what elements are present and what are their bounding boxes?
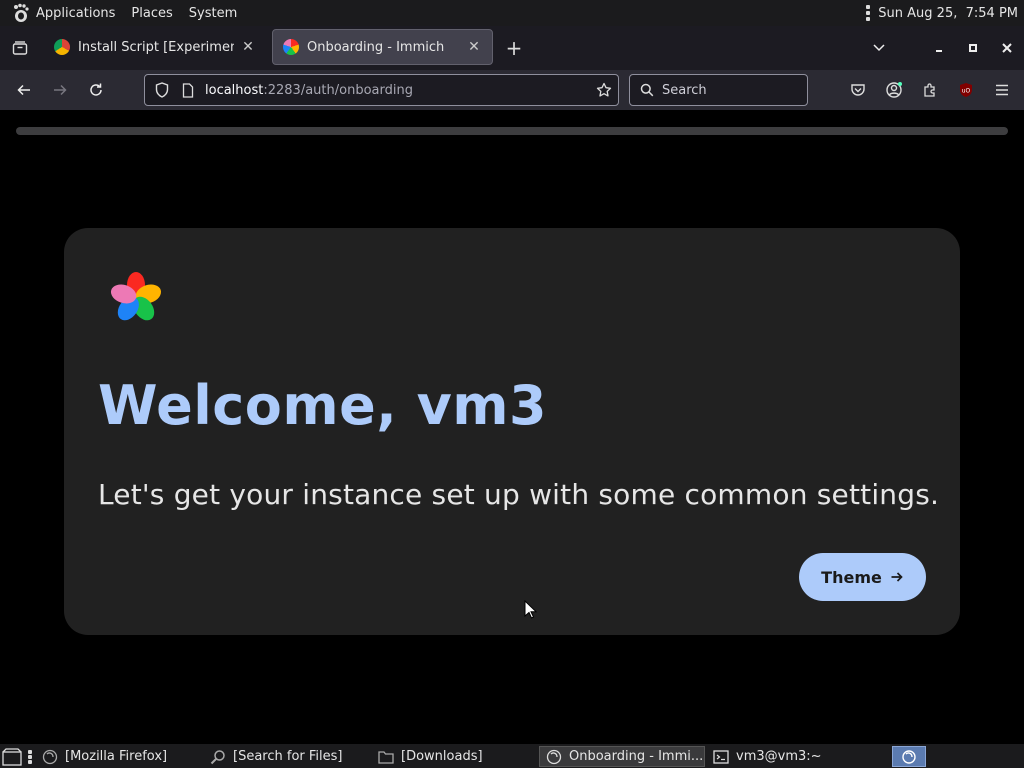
forward-button[interactable]	[42, 74, 78, 106]
account-button[interactable]	[876, 74, 912, 106]
arrow-right-icon	[890, 570, 904, 584]
forward-arrow-icon	[54, 84, 67, 96]
onboarding-subtitle: Let's get your instance set up with some…	[98, 478, 940, 511]
firefox-icon	[546, 749, 562, 765]
back-arrow-icon	[17, 84, 30, 96]
url-path: :2283/auth/onboarding	[263, 82, 413, 98]
firefox-icon	[42, 749, 58, 765]
page-content: Welcome, vm3 Let's get your instance set…	[0, 110, 1024, 744]
close-icon	[1002, 43, 1012, 53]
chevron-down-icon	[873, 44, 885, 52]
search-files-icon	[210, 749, 226, 765]
system-menu[interactable]: System	[183, 6, 247, 21]
shield-icon[interactable]	[149, 75, 175, 105]
pocket-button[interactable]	[840, 74, 876, 106]
taskbar-item-downloads[interactable]: [Downloads]	[372, 746, 538, 767]
search-placeholder: Search	[662, 82, 707, 98]
bottom-taskbar: [Mozilla Firefox] [Search for Files] [Do…	[0, 744, 1024, 768]
tab-strip: Install Script [Experimental] ✕ Onboardi…	[0, 26, 1024, 70]
tab-overview-icon	[12, 41, 28, 55]
places-menu[interactable]: Places	[125, 6, 182, 21]
search-bar[interactable]: Search	[629, 74, 808, 106]
mouse-cursor-icon	[524, 599, 538, 620]
top-panel: Applications Places System Sun Aug 25, 7…	[0, 0, 1024, 26]
workspace-icon	[901, 749, 917, 765]
taskbar-label: [Mozilla Firefox]	[65, 749, 168, 764]
new-tab-button[interactable]: +	[502, 36, 526, 60]
plus-icon: +	[505, 36, 523, 60]
search-icon	[640, 83, 654, 97]
panel-menu-icon[interactable]	[866, 5, 871, 21]
puzzle-icon	[924, 83, 935, 97]
taskbar-label: [Search for Files]	[233, 749, 343, 764]
taskbar-item-search-files[interactable]: [Search for Files]	[204, 746, 370, 767]
chrome-favicon-icon	[54, 39, 70, 55]
tab-title: Onboarding - Immich	[307, 39, 445, 55]
minimize-button[interactable]	[922, 26, 956, 70]
url-bar[interactable]: localhost:2283/auth/onboarding	[144, 74, 619, 106]
page-info-icon[interactable]	[175, 75, 201, 105]
taskbar-label: [Downloads]	[401, 749, 483, 764]
clock[interactable]: Sun Aug 25, 7:54 PM	[878, 6, 1018, 21]
show-desktop-button[interactable]	[0, 746, 24, 767]
close-window-button[interactable]	[990, 26, 1024, 70]
taskbar-label: Onboarding - Immi...	[569, 749, 704, 764]
url-host: localhost	[205, 82, 264, 98]
maximize-button[interactable]	[956, 26, 990, 70]
welcome-title: Welcome, vm3	[98, 374, 548, 437]
tab-onboarding-immich[interactable]: Onboarding - Immich ✕	[272, 29, 493, 65]
hamburger-menu-icon	[996, 84, 1008, 96]
close-tab-icon[interactable]: ✕	[240, 39, 256, 55]
taskbar-item-onboarding[interactable]: Onboarding - Immi...	[539, 746, 705, 767]
back-button[interactable]	[6, 74, 42, 106]
url-text[interactable]: localhost:2283/auth/onboarding	[205, 83, 413, 98]
tab-title: Install Script [Experimental]	[78, 39, 234, 55]
onboarding-card: Welcome, vm3 Let's get your instance set…	[64, 228, 960, 635]
desktop-icon	[2, 747, 22, 766]
gnome-foot-icon[interactable]	[10, 2, 32, 24]
terminal-icon	[713, 749, 729, 765]
next-button-label: Theme	[821, 567, 882, 587]
app-menu-button[interactable]	[984, 74, 1020, 106]
tab-install-script[interactable]: Install Script [Experimental] ✕	[44, 29, 266, 65]
immich-logo-icon	[106, 268, 166, 328]
taskbar-label: vm3@vm3:~	[736, 749, 822, 764]
ublock-button[interactable]: uO	[948, 74, 984, 106]
minimize-icon	[936, 50, 942, 52]
onboarding-progress-bar	[16, 127, 1008, 135]
taskbar-item-firefox[interactable]: [Mozilla Firefox]	[36, 746, 198, 767]
taskbar-item-terminal[interactable]: vm3@vm3:~	[707, 746, 873, 767]
account-icon	[886, 82, 902, 98]
immich-favicon-icon	[283, 39, 299, 55]
folder-icon	[378, 749, 394, 765]
svg-text:uO: uO	[962, 88, 971, 95]
tab-overview-button[interactable]	[0, 26, 40, 70]
extensions-button[interactable]	[912, 74, 948, 106]
bookmark-star-icon[interactable]	[590, 82, 618, 98]
applications-menu[interactable]: Applications	[36, 6, 125, 21]
taskbar-handle-icon[interactable]	[28, 746, 34, 767]
navigation-toolbar: localhost:2283/auth/onboarding Search uO	[0, 70, 1024, 110]
list-all-tabs-button[interactable]	[862, 26, 896, 70]
reload-button[interactable]	[78, 74, 114, 106]
maximize-icon	[969, 44, 977, 52]
next-theme-button[interactable]: Theme	[799, 553, 926, 601]
reload-icon	[90, 83, 102, 96]
pocket-icon	[851, 84, 865, 96]
ublock-origin-icon: uO	[960, 83, 972, 97]
close-tab-icon[interactable]: ✕	[466, 39, 482, 55]
workspace-switcher[interactable]	[892, 746, 926, 767]
